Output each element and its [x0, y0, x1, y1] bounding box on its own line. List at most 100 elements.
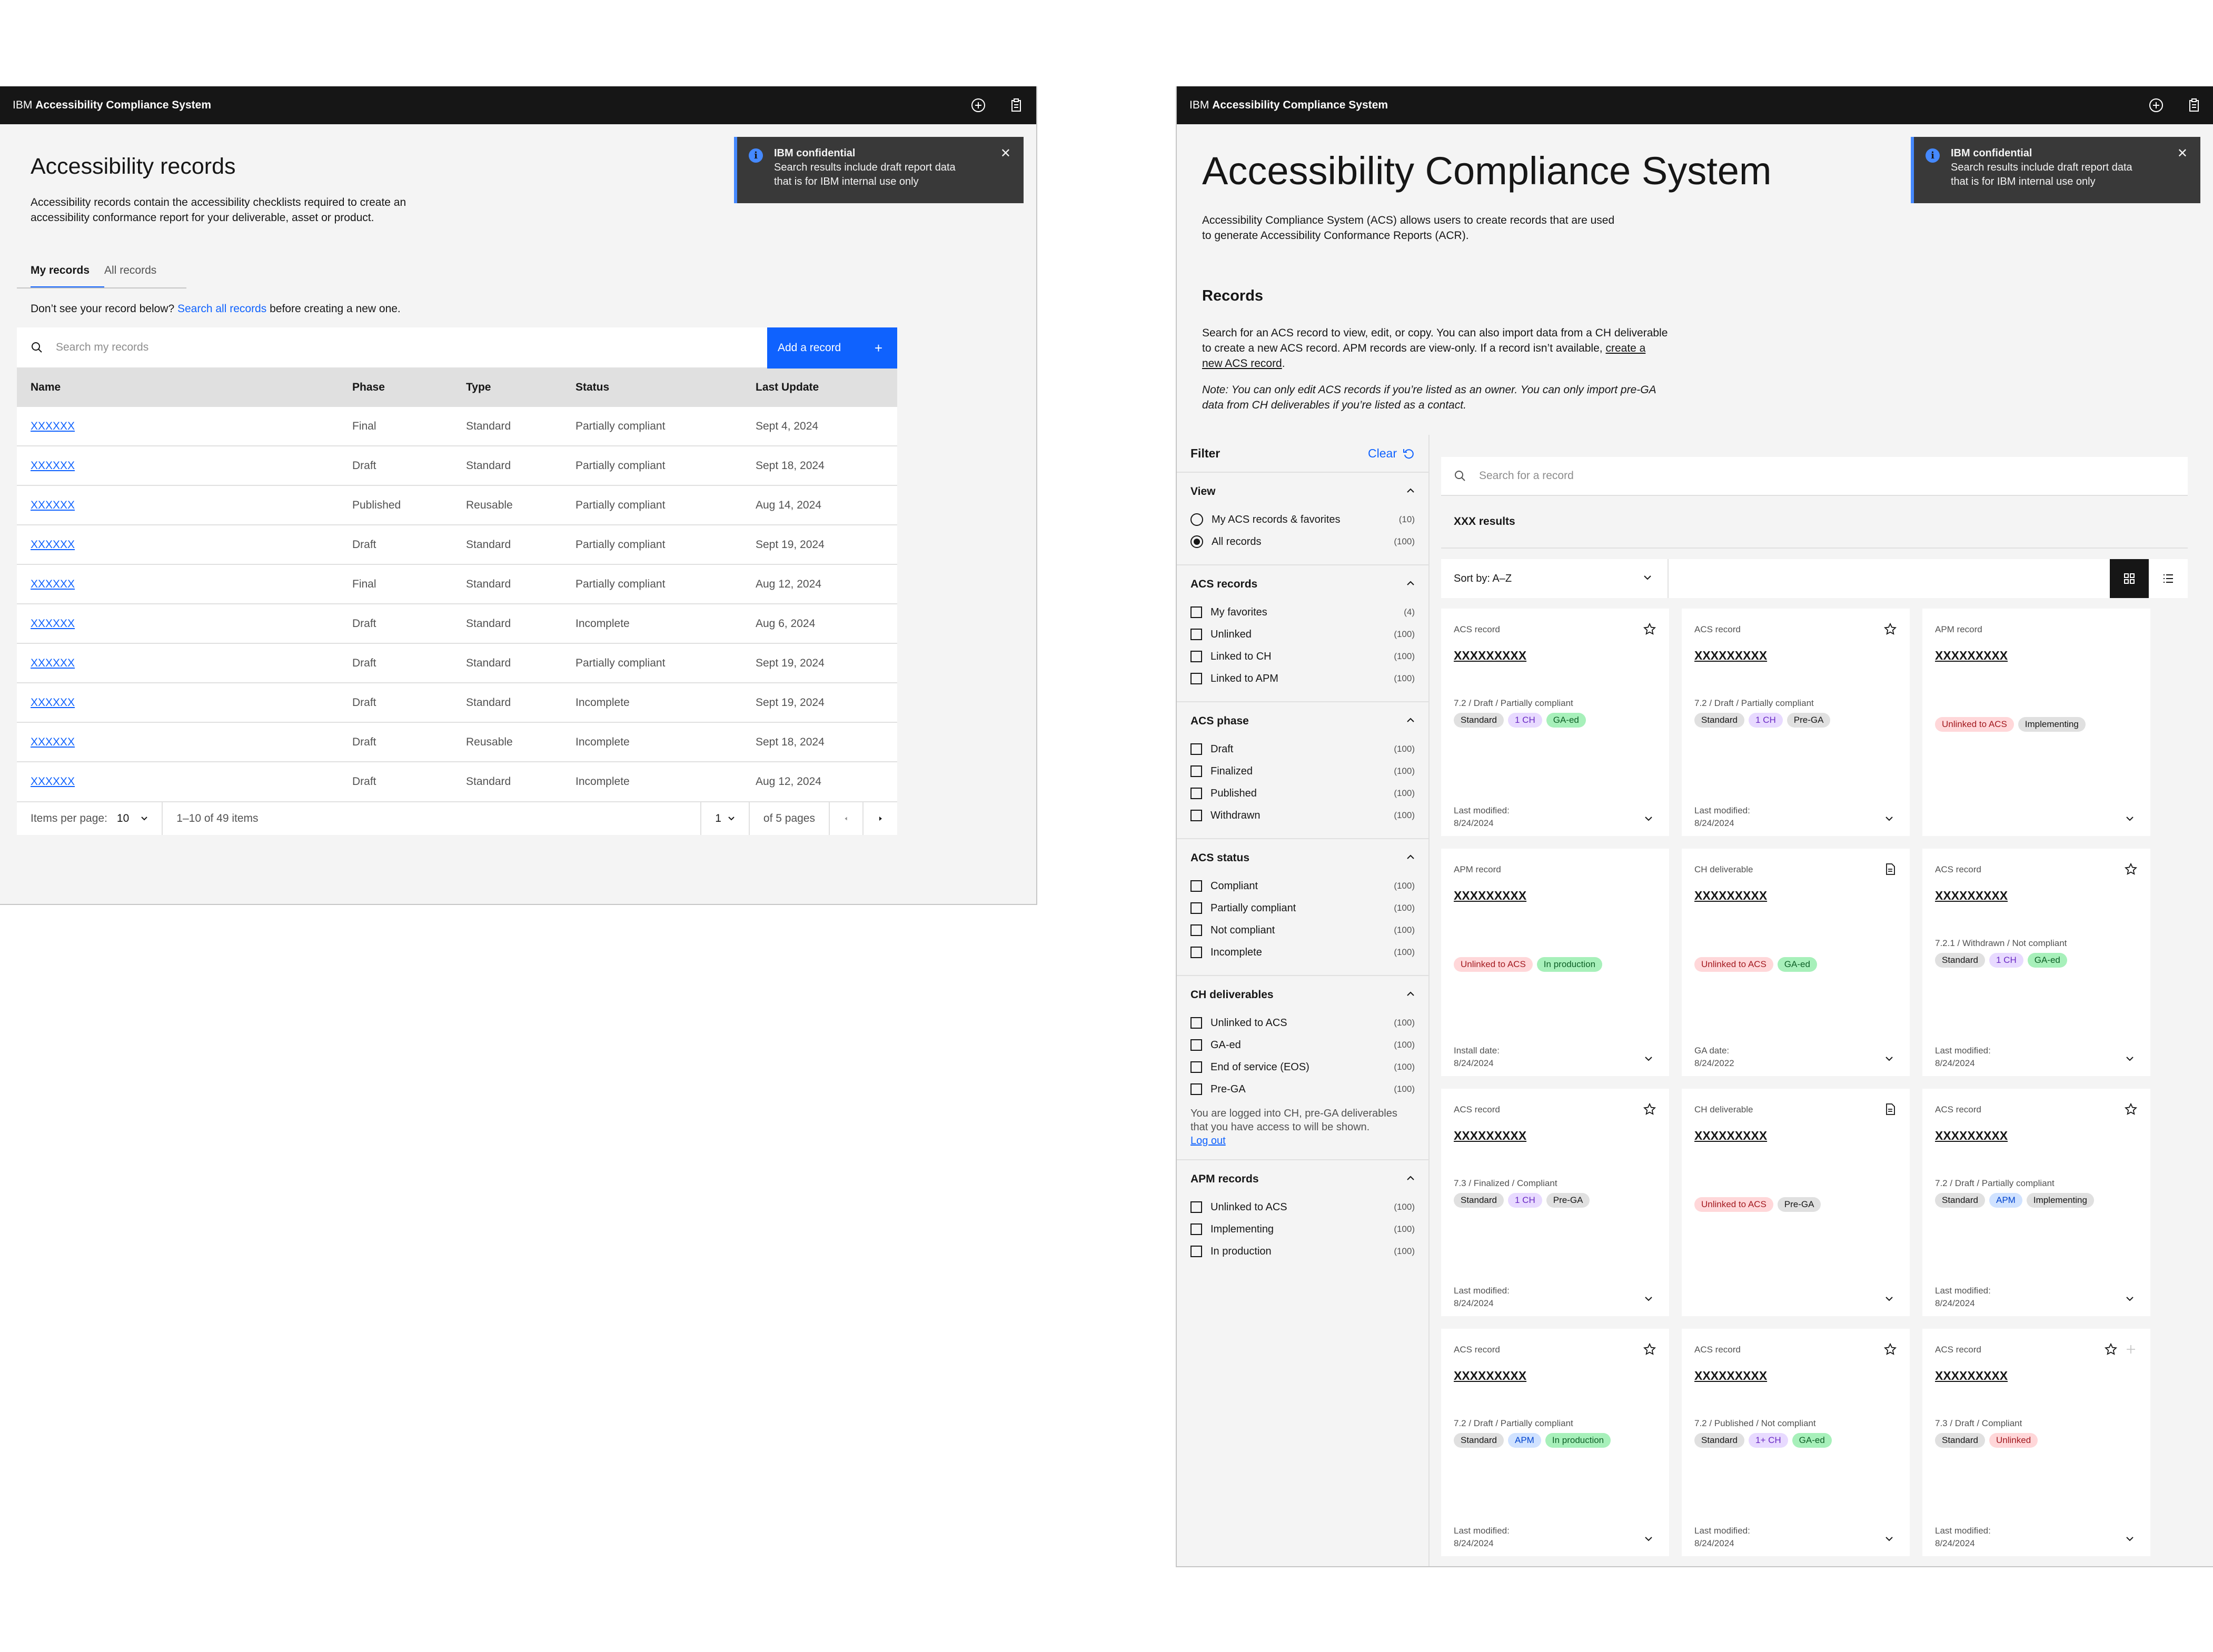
record-card[interactable]: CH deliverable XXXXXXXXX Unlinked to ACS Pr… — [1682, 1089, 1910, 1316]
filter-section-header[interactable]: CH deliverables — [1190, 989, 1415, 1001]
record-link[interactable]: XXXXXX — [31, 420, 75, 432]
close-icon[interactable]: ✕ — [2177, 146, 2188, 161]
filter-option[interactable]: Pre-GA (100) — [1190, 1078, 1415, 1100]
column-header-phase[interactable]: Phase — [339, 369, 452, 406]
chevron-down-icon[interactable] — [1644, 814, 1653, 823]
column-header-type[interactable]: Type — [452, 369, 562, 406]
tab-my-records[interactable]: My records — [31, 264, 105, 288]
star-icon[interactable] — [2104, 1342, 2118, 1356]
record-card[interactable]: ACS record XXXXXXXXX 7.3 / Finalized / Com… — [1441, 1089, 1669, 1316]
chevron-down-icon[interactable] — [1884, 1054, 1894, 1063]
filter-option[interactable]: My favorites (4) — [1190, 601, 1415, 623]
column-header-last-update[interactable]: Last Update — [742, 369, 897, 406]
filter-option[interactable]: All records (100) — [1190, 531, 1415, 553]
record-card[interactable]: ACS record XXXXXXXXX 7.2 / Draft / Partial… — [1441, 1329, 1669, 1556]
chevron-down-icon[interactable] — [1884, 1294, 1894, 1303]
record-card[interactable]: CH deliverable XXXXXXXXX Unlinked to ACS GA… — [1682, 849, 1910, 1076]
record-link[interactable]: XXXXXX — [31, 775, 75, 788]
card-record-name[interactable]: XXXXXXXXX — [1694, 1129, 1767, 1143]
add-circle-icon[interactable] — [2147, 96, 2166, 115]
grid-view-button[interactable] — [2110, 559, 2149, 598]
filter-section-header[interactable]: ACS status — [1190, 852, 1415, 864]
table-row[interactable]: XXXXXX Draft Standard Partially compliant Se… — [17, 445, 897, 485]
record-link[interactable]: XXXXXX — [31, 460, 75, 472]
filter-option[interactable]: Draft (100) — [1190, 738, 1415, 760]
items-per-page-select[interactable]: 10 — [117, 812, 129, 825]
column-header-status[interactable]: Status — [562, 369, 742, 406]
create-record-link-cont[interactable]: new ACS record — [1202, 357, 1282, 370]
star-icon[interactable] — [1643, 1342, 1656, 1356]
card-record-name[interactable]: XXXXXXXXX — [1454, 1369, 1526, 1383]
filter-section-header[interactable]: APM records — [1190, 1173, 1415, 1186]
card-record-name[interactable]: XXXXXXXXX — [1935, 649, 2008, 663]
checkbox[interactable] — [1190, 1061, 1202, 1073]
table-row[interactable]: XXXXXX Draft Reusable Incomplete Sept 18, 20… — [17, 722, 897, 762]
filter-section-header[interactable]: ACS phase — [1190, 715, 1415, 728]
filter-option[interactable]: Not compliant (100) — [1190, 919, 1415, 941]
record-card[interactable]: APM record XXXXXXXXX Unlinked to ACS In pro… — [1441, 849, 1669, 1076]
chevron-down-icon[interactable] — [1644, 1054, 1653, 1063]
star-icon[interactable] — [1883, 622, 1897, 636]
column-header-name[interactable]: Name — [17, 369, 339, 406]
checkbox[interactable] — [1190, 743, 1202, 755]
table-row[interactable]: XXXXXX Final Standard Partially compliant Se… — [17, 406, 897, 446]
chevron-down-icon[interactable] — [141, 812, 148, 825]
page-select[interactable]: 1 — [701, 802, 750, 835]
filter-option[interactable]: Compliant (100) — [1190, 875, 1415, 897]
add-circle-icon[interactable] — [969, 96, 988, 115]
table-row[interactable]: XXXXXX Published Reusable Partially complia… — [17, 485, 897, 525]
chevron-down-icon[interactable] — [1884, 814, 1894, 823]
checkbox[interactable] — [1190, 673, 1202, 684]
card-record-name[interactable]: XXXXXXXXX — [1935, 1369, 2008, 1383]
filter-option[interactable]: Withdrawn (100) — [1190, 804, 1415, 827]
table-row[interactable]: XXXXXX Final Standard Partially compliant Au… — [17, 564, 897, 604]
record-link[interactable]: XXXXXX — [31, 539, 75, 551]
tab-all-records[interactable]: All records — [104, 264, 171, 288]
filter-option[interactable]: My ACS records & favorites (10) — [1190, 509, 1415, 531]
card-record-name[interactable]: XXXXXXXXX — [1935, 1129, 2008, 1143]
chevron-down-icon[interactable] — [2125, 1534, 2135, 1544]
star-icon[interactable] — [2124, 1102, 2138, 1116]
chevron-up-icon[interactable] — [1406, 1173, 1415, 1186]
table-row[interactable]: XXXXXX Draft Standard Partially compliant Se… — [17, 643, 897, 683]
filter-option[interactable]: Published (100) — [1190, 782, 1415, 804]
checkbox[interactable] — [1190, 788, 1202, 799]
chevron-up-icon[interactable] — [1406, 989, 1415, 1001]
sort-dropdown[interactable]: Sort by: A–Z — [1441, 559, 1669, 598]
star-icon[interactable] — [1643, 622, 1656, 636]
checkbox[interactable] — [1190, 606, 1202, 618]
card-record-name[interactable]: XXXXXXXXX — [1454, 1129, 1526, 1143]
record-card[interactable]: ACS record XXXXXXXXX 7.3 / Draft / Complia… — [1922, 1329, 2150, 1556]
table-row[interactable]: XXXXXX Draft Standard Incomplete Aug 12, 202… — [17, 761, 897, 801]
clear-filters-button[interactable]: Clear — [1368, 446, 1415, 461]
record-card[interactable]: ACS record XXXXXXXXX 7.2 / Draft / Partial… — [1922, 1089, 2150, 1316]
card-record-name[interactable]: XXXXXXXXX — [1694, 889, 1767, 903]
checkbox[interactable] — [1190, 947, 1202, 958]
card-record-name[interactable]: XXXXXXXXX — [1694, 1369, 1767, 1383]
filter-option[interactable]: Finalized (100) — [1190, 760, 1415, 782]
radio-button[interactable] — [1190, 513, 1203, 526]
checkbox[interactable] — [1190, 1083, 1202, 1095]
filter-option[interactable]: Unlinked (100) — [1190, 623, 1415, 645]
record-link[interactable]: XXXXXX — [31, 618, 75, 630]
record-card[interactable]: ACS record XXXXXXXXX 7.2.1 / Withdrawn / N… — [1922, 849, 2150, 1076]
checkbox[interactable] — [1190, 629, 1202, 640]
filter-option[interactable]: In production (100) — [1190, 1240, 1415, 1262]
filter-section-header[interactable]: View — [1190, 485, 1415, 498]
record-link[interactable]: XXXXXX — [31, 696, 75, 709]
record-link[interactable]: XXXXXX — [31, 499, 75, 511]
checkbox[interactable] — [1190, 1039, 1202, 1051]
chevron-down-icon[interactable] — [2125, 1054, 2135, 1063]
add-record-button[interactable]: Add a record + — [767, 327, 897, 369]
table-row[interactable]: XXXXXX Draft Standard Partially compliant Se… — [17, 524, 897, 564]
record-search-input[interactable]: Search for a record — [1441, 457, 2188, 496]
clipboard-icon[interactable] — [2185, 96, 2204, 115]
filter-option[interactable]: Linked to CH (100) — [1190, 645, 1415, 668]
card-record-name[interactable]: XXXXXXXXX — [1694, 649, 1767, 663]
filter-option[interactable]: Unlinked to ACS (100) — [1190, 1012, 1415, 1034]
chevron-down-icon[interactable] — [2125, 1294, 2135, 1303]
search-all-records-link[interactable]: Search all records — [177, 303, 266, 315]
record-card[interactable]: APM record XXXXXXXXX Unlinked to ACS Implem… — [1922, 609, 2150, 836]
record-link[interactable]: XXXXXX — [31, 657, 75, 669]
app-brand[interactable]: IBM Accessibility Compliance System — [1189, 99, 1388, 112]
